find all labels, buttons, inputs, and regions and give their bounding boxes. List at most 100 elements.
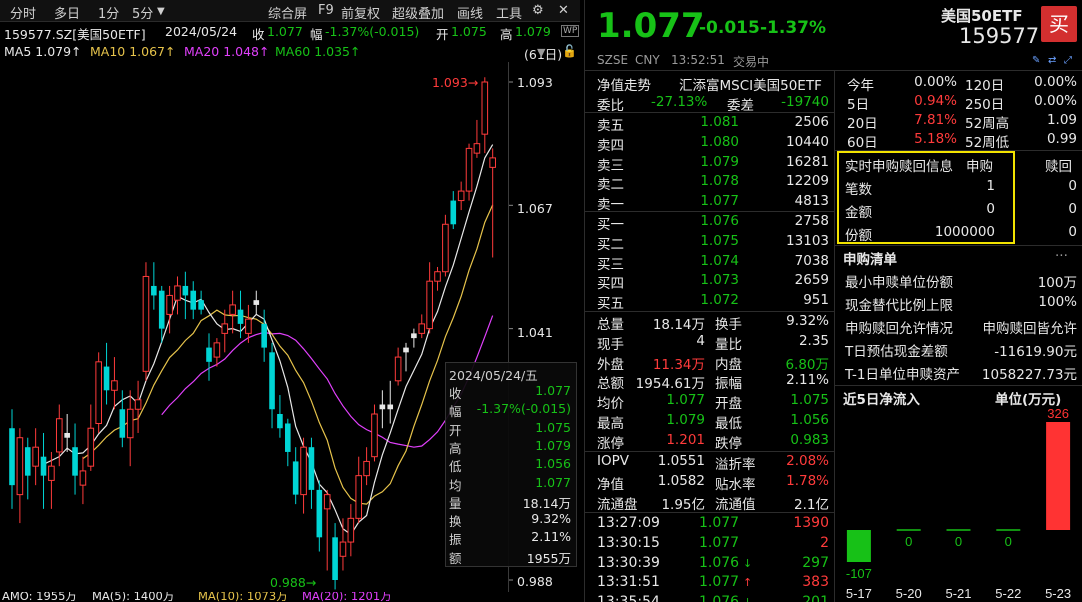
candle-body: [300, 446, 307, 496]
candle-body: [79, 470, 87, 486]
tooltip-value: 1.077: [535, 383, 571, 398]
perf-label: 今年: [847, 78, 874, 94]
price-change: -0.015: [699, 18, 760, 38]
bid-price[interactable]: 1.075: [665, 233, 739, 249]
candle-body: [221, 323, 229, 334]
buy-button[interactable]: 买: [1041, 6, 1077, 42]
candle-body: [103, 366, 110, 391]
bid-volume: 951: [803, 292, 829, 309]
iopv-label: 净值: [597, 476, 624, 493]
tab-5min[interactable]: 5分: [132, 3, 153, 22]
iopv-value: 1.0582: [657, 472, 705, 489]
chart-toolbar: 分时 多日 1分 5分 ▼ 综合屏 F9 前复权 超级叠加 画线 工具 ⚙ ✕: [0, 0, 580, 22]
lock-icon[interactable]: 🔓: [562, 44, 577, 58]
swap-icon[interactable]: ⇄: [1048, 55, 1056, 66]
gear-icon[interactable]: ⚙: [532, 3, 544, 18]
tick-price: 1.076: [699, 594, 739, 602]
tools-button[interactable]: 工具: [496, 3, 522, 22]
stat-value: 1.077: [666, 392, 705, 409]
tick-time: 13:27:09: [597, 515, 660, 531]
nav-trend-link[interactable]: 净值走势: [597, 74, 651, 94]
bid-price[interactable]: 1.074: [665, 253, 739, 269]
security-code: 159577: [959, 24, 1040, 48]
candle-body: [418, 323, 426, 334]
price-change-pct: -1.37%: [760, 18, 827, 38]
open-value: 1.075: [451, 24, 487, 39]
ask-price[interactable]: 1.077: [665, 193, 739, 209]
candle-body: [32, 446, 39, 467]
ask-volume: 2506: [794, 114, 829, 130]
sgqd-label: 最小申赎单位份额: [845, 275, 953, 291]
f9-button[interactable]: F9: [318, 3, 334, 18]
flow-value-label: 0: [905, 534, 912, 549]
perf-value: 0.94%: [914, 93, 957, 109]
tooltip-row: 低 1.056: [449, 456, 571, 474]
candle-body: [64, 432, 70, 438]
tooltip-row: 额 1955万: [449, 548, 571, 566]
ma-bar: MA5 1.079↑ MA10 1.067↑ MA20 1.048↑ MA60 …: [0, 42, 580, 62]
tick-time: 13:35:54: [597, 594, 660, 602]
bid-price[interactable]: 1.072: [665, 292, 739, 308]
forward-adjust-button[interactable]: 前复权: [341, 3, 380, 22]
ask-price[interactable]: 1.080: [665, 134, 739, 150]
fund-full-name: 汇添富MSCI美国50ETF: [679, 78, 822, 94]
dropdown-icon[interactable]: ▼: [537, 46, 545, 59]
stat-label: 均价: [597, 396, 624, 413]
candle-body: [292, 461, 299, 495]
ask-price[interactable]: 1.079: [665, 154, 739, 170]
sgqd-title: 申购清单: [843, 252, 897, 268]
candle-body: [245, 318, 252, 334]
subred-sub-value: 0: [986, 201, 995, 217]
close-icon[interactable]: ✕: [558, 3, 569, 18]
candle-body: [308, 447, 315, 490]
ask-price[interactable]: 1.081: [665, 114, 739, 130]
candle-body: [347, 517, 355, 543]
info-bar: 159577.SZ[美国50ETF] 2024/05/24 收 1.077 幅 …: [0, 22, 580, 42]
bid-volume: 2758: [794, 213, 829, 229]
bid-volume: 2659: [794, 272, 829, 289]
ask-volume: 12209: [786, 173, 829, 190]
expand-icon[interactable]: ⤢: [1064, 55, 1072, 66]
subred-label: 笔数: [845, 182, 872, 198]
bid-price[interactable]: 1.076: [665, 213, 739, 229]
bid-price[interactable]: 1.073: [665, 272, 739, 288]
stat-label: 涨停: [597, 435, 624, 452]
candle-body: [55, 418, 63, 453]
sgqd-label: 现金替代比例上限: [845, 298, 953, 314]
tab-intraday[interactable]: 分时: [10, 3, 36, 22]
ask-label: 卖三: [597, 157, 624, 174]
chevron-down-icon[interactable]: ▼: [157, 6, 165, 17]
perf-value: 0.99: [1046, 131, 1077, 147]
candle-body: [411, 333, 417, 339]
tooltip-value: 1.056: [535, 456, 571, 472]
stat-value: 1.056: [790, 412, 829, 428]
edit-icon[interactable]: ✎: [1032, 55, 1040, 66]
flow-value-label: -107: [846, 566, 872, 581]
perf-value: 0.00%: [1034, 93, 1077, 109]
bid-label: 买一: [597, 217, 624, 233]
wp-icon[interactable]: WP: [561, 25, 580, 37]
flow-chart: -107 5-17 0 5-20 0 5-21 0 5-22 326 5-23: [846, 408, 1071, 601]
more-icon[interactable]: ···: [1055, 248, 1068, 264]
overlay-button[interactable]: 超级叠加: [392, 3, 444, 22]
subred-red-value: 0: [1068, 178, 1077, 194]
candle-body: [379, 404, 386, 410]
candle-body: [269, 352, 275, 410]
candle-body: [426, 280, 433, 330]
stat-label: 内盘: [715, 356, 742, 373]
ask-price[interactable]: 1.078: [665, 173, 739, 189]
tab-1min[interactable]: 1分: [98, 3, 119, 22]
weicha-label: 委差: [727, 98, 754, 114]
ask-label: 卖四: [597, 137, 624, 154]
tab-multiday[interactable]: 多日: [54, 3, 80, 22]
draw-line-button[interactable]: 画线: [457, 3, 483, 22]
stat-label: 量比: [715, 336, 742, 353]
candle-body: [323, 494, 331, 510]
close-value: 1.077: [267, 24, 303, 39]
composite-screen-button[interactable]: 综合屏: [268, 3, 307, 22]
candle-body: [237, 309, 244, 324]
perf-label: 5日: [847, 97, 870, 113]
bid-label: 买三: [597, 256, 624, 273]
change-label: 幅: [310, 27, 323, 42]
candle-body: [213, 342, 221, 358]
